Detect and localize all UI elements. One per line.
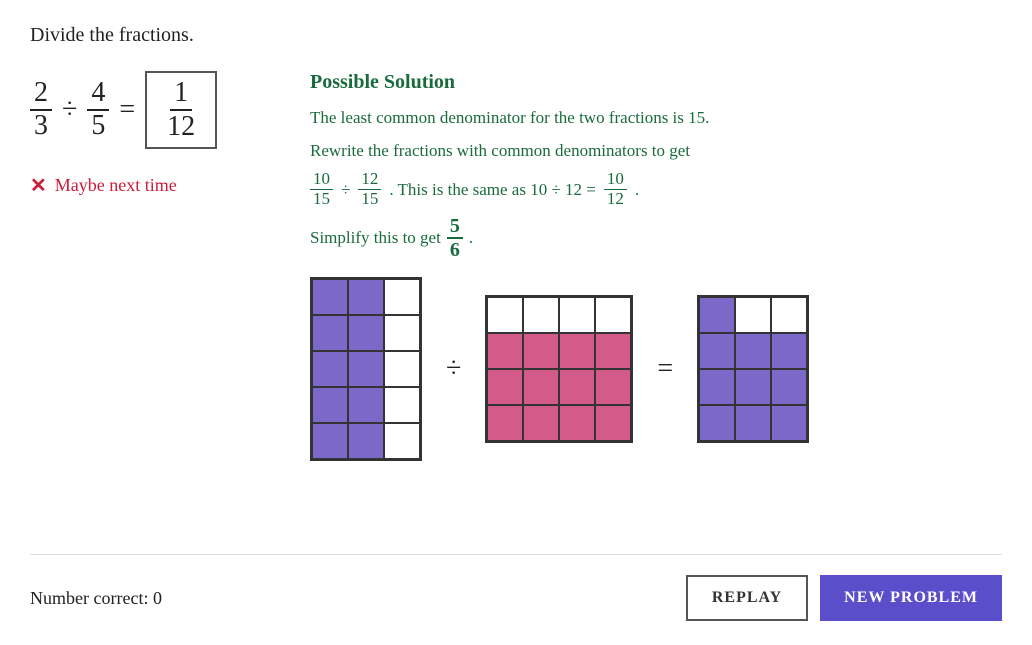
grid3 xyxy=(697,295,809,443)
fraction-equation: 2 3 ÷ 4 5 = 1 12 xyxy=(30,71,270,149)
grid-cell xyxy=(384,279,420,315)
grid-cell xyxy=(523,297,559,333)
grid-cell xyxy=(384,387,420,423)
button-group: REPLAY NEW PROBLEM xyxy=(686,575,1002,621)
grid-cell xyxy=(384,315,420,351)
replay-button[interactable]: REPLAY xyxy=(686,575,808,621)
grid-cell xyxy=(487,405,523,441)
grid-cell xyxy=(771,297,807,333)
bottom-bar: Number correct: 0 REPLAY NEW PROBLEM xyxy=(30,554,1002,621)
solution-frac3-num: 10 xyxy=(604,170,627,190)
solution-frac1-den: 15 xyxy=(310,190,333,209)
grid-cell xyxy=(735,369,771,405)
grid-cell xyxy=(523,405,559,441)
grid-cell xyxy=(312,279,348,315)
number-correct-label: Number correct: xyxy=(30,588,148,608)
solution-mid-text: . This is the same as 10 ÷ 12 = xyxy=(389,180,596,200)
grid-cell xyxy=(487,369,523,405)
right-panel: Possible Solution The least common denom… xyxy=(310,71,1002,554)
grid-cell xyxy=(735,405,771,441)
grid-cell xyxy=(384,351,420,387)
simplify-pre: Simplify this to get xyxy=(310,228,441,248)
grid-cell xyxy=(699,333,735,369)
grid-cell xyxy=(595,333,631,369)
grid-cell xyxy=(487,333,523,369)
result-frac-den: 6 xyxy=(447,239,463,261)
left-numerator: 2 xyxy=(30,78,52,111)
grid-cell xyxy=(312,387,348,423)
grid-cell xyxy=(312,315,348,351)
grid-cell xyxy=(559,405,595,441)
grid-cell xyxy=(699,405,735,441)
grid-cell xyxy=(559,333,595,369)
solution-frac1-num: 10 xyxy=(310,170,333,190)
feedback-text: Maybe next time xyxy=(55,175,177,196)
answer-box: 1 12 xyxy=(145,71,217,149)
instruction: Divide the fractions. xyxy=(30,24,1002,47)
left-denominator: 3 xyxy=(30,111,52,142)
right-numerator: 4 xyxy=(87,78,109,111)
grid-cell xyxy=(595,297,631,333)
grid-cell xyxy=(699,369,735,405)
divide-op: ÷ xyxy=(446,353,461,385)
grid-cell xyxy=(348,279,384,315)
main-content: 2 3 ÷ 4 5 = 1 12 ✕ Maybe next time xyxy=(30,71,1002,554)
grid2 xyxy=(485,295,633,443)
grid-cell xyxy=(699,297,735,333)
answer-denominator: 12 xyxy=(163,111,199,143)
page: Divide the fractions. 2 3 ÷ 4 5 = 1 12 xyxy=(0,0,1032,645)
result-frac: 5 6 xyxy=(447,215,463,261)
solution-frac1: 10 15 xyxy=(310,170,333,208)
new-problem-button[interactable]: NEW PROBLEM xyxy=(820,575,1002,621)
solution-div-sign: ÷ xyxy=(341,180,350,200)
grid-cell xyxy=(348,423,384,459)
solution-period: . xyxy=(635,180,639,200)
solution-line2: Rewrite the fractions with common denomi… xyxy=(310,137,1002,164)
grid-cell xyxy=(348,315,384,351)
grid1 xyxy=(310,277,422,461)
right-fraction: 4 5 xyxy=(87,78,109,142)
solution-line1: The least common denominator for the two… xyxy=(310,104,1002,131)
right-denominator: 5 xyxy=(87,111,109,142)
grid-cell xyxy=(559,297,595,333)
grid-cell xyxy=(348,387,384,423)
grid-cell xyxy=(487,297,523,333)
grid-cell xyxy=(312,423,348,459)
solution-title: Possible Solution xyxy=(310,71,1002,94)
grid-cell xyxy=(523,369,559,405)
left-panel: 2 3 ÷ 4 5 = 1 12 ✕ Maybe next time xyxy=(30,71,270,554)
solution-frac3: 10 12 xyxy=(604,170,627,208)
grid-cell xyxy=(735,297,771,333)
equals-sign: = xyxy=(119,94,135,126)
visual-row: ÷ xyxy=(310,277,1002,461)
answer-numerator: 1 xyxy=(170,77,192,111)
number-correct: Number correct: 0 xyxy=(30,588,162,609)
result-frac-num: 5 xyxy=(447,215,463,239)
grid-cell xyxy=(771,405,807,441)
grid-cell xyxy=(384,423,420,459)
solution-frac3-den: 12 xyxy=(604,190,627,209)
grid-cell xyxy=(348,351,384,387)
grid-cell xyxy=(771,369,807,405)
solution-frac2-num: 12 xyxy=(358,170,381,190)
left-fraction: 2 3 xyxy=(30,78,52,142)
number-correct-value: 0 xyxy=(153,588,162,608)
simplify-line: Simplify this to get 5 6 . xyxy=(310,215,1002,261)
solution-frac2-den: 15 xyxy=(358,190,381,209)
grid-cell xyxy=(595,369,631,405)
feedback-icon: ✕ xyxy=(30,173,47,198)
feedback: ✕ Maybe next time xyxy=(30,173,270,198)
grid-cell xyxy=(559,369,595,405)
grid-cell xyxy=(771,333,807,369)
equals-op: = xyxy=(657,353,673,385)
grid-cell xyxy=(312,351,348,387)
simplify-post: . xyxy=(469,228,473,248)
divide-sign: ÷ xyxy=(62,94,77,126)
solution-frac2: 12 15 xyxy=(358,170,381,208)
solution-math-line: 10 15 ÷ 12 15 . This is the same as 10 ÷… xyxy=(310,170,1002,208)
grid-cell xyxy=(595,405,631,441)
grid-cell xyxy=(735,333,771,369)
grid-cell xyxy=(523,333,559,369)
